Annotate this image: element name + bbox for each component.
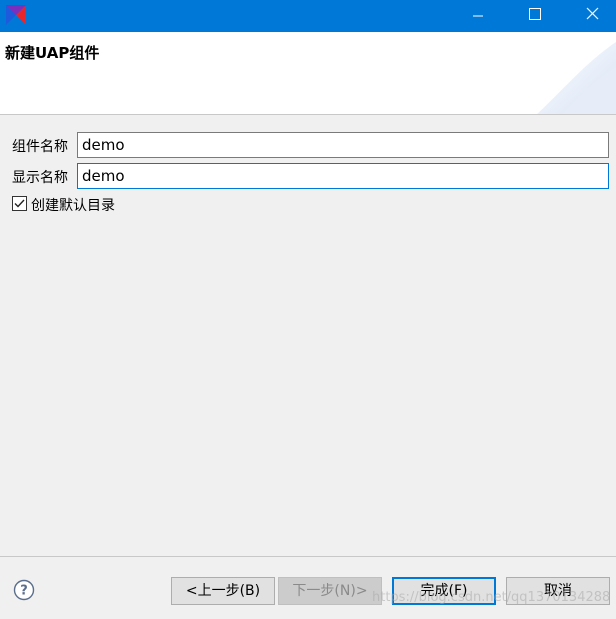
minimize-icon[interactable] xyxy=(455,0,501,32)
page-title: 新建UAP组件 xyxy=(5,44,100,62)
component-name-input[interactable] xyxy=(77,132,609,158)
app-logo-icon xyxy=(6,5,26,25)
close-icon[interactable] xyxy=(569,0,615,32)
checkmark-icon xyxy=(14,199,25,208)
svg-text:?: ? xyxy=(20,584,28,599)
component-name-label: 组件名称 xyxy=(12,139,68,155)
dialog-header: 新建UAP组件 xyxy=(0,32,616,115)
back-button[interactable]: <上一步(B) xyxy=(171,577,275,605)
footer-divider xyxy=(0,556,616,557)
next-button: 下一步(N)> xyxy=(278,577,382,605)
window-titlebar xyxy=(0,0,616,32)
display-name-label: 显示名称 xyxy=(12,170,68,186)
help-icon[interactable]: ? xyxy=(13,579,35,601)
maximize-icon[interactable] xyxy=(511,0,557,32)
header-banner-graphic xyxy=(537,42,616,114)
display-name-input[interactable] xyxy=(77,163,609,189)
checkbox-label: 创建默认目录 xyxy=(31,198,115,214)
watermark: https://blog.csdn.net/qq1370134288 xyxy=(372,590,611,605)
checkbox-box[interactable] xyxy=(12,196,27,211)
